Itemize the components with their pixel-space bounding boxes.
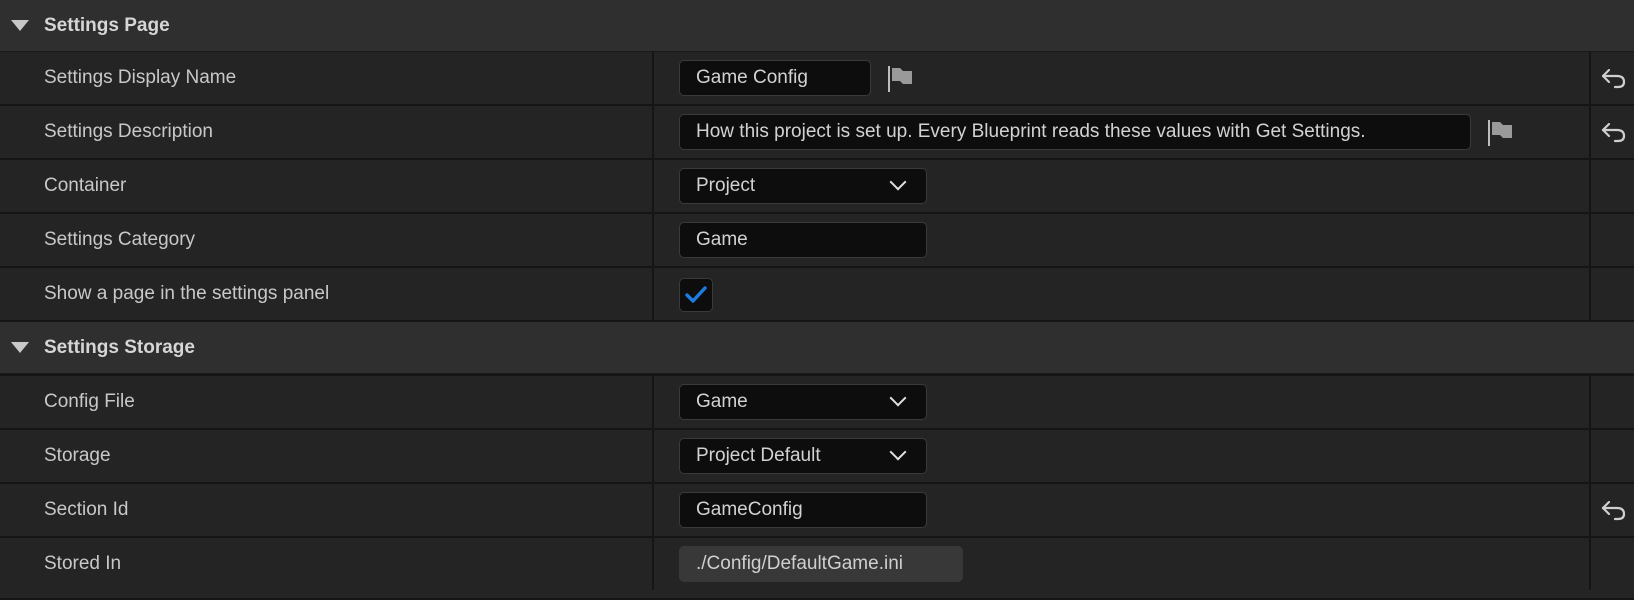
property-row-settings-display-name: Settings Display Name Game Config xyxy=(0,52,1634,106)
details-panel: Settings Page Settings Display Name Game… xyxy=(0,0,1634,600)
flag-icon[interactable] xyxy=(1488,120,1514,146)
chevron-down-icon xyxy=(889,173,907,191)
triangle-down-icon[interactable] xyxy=(11,342,29,353)
property-label: Storage xyxy=(44,445,111,466)
property-row-container: Container Project xyxy=(0,160,1634,214)
section-title: Settings Storage xyxy=(44,336,195,358)
reset-arrow-icon[interactable] xyxy=(1601,66,1627,90)
settings-description-input[interactable]: How this project is set up. Every Bluepr… xyxy=(679,114,1471,150)
section-header-settings-page[interactable]: Settings Page xyxy=(0,0,1634,52)
property-label: Config File xyxy=(44,391,135,412)
property-row-storage: Storage Project Default xyxy=(0,430,1634,484)
chevron-down-icon xyxy=(889,443,907,461)
property-label: Stored In xyxy=(44,553,122,574)
property-row-stored-in: Stored In ./Config/DefaultGame.ini xyxy=(0,538,1634,600)
checkmark-icon xyxy=(685,286,707,303)
settings-display-name-input[interactable]: Game Config xyxy=(679,60,871,96)
dropdown-value: Project Default xyxy=(696,445,821,466)
property-label: Section Id xyxy=(44,499,129,520)
chevron-down-icon xyxy=(889,389,907,407)
property-label: Show a page in the settings panel xyxy=(44,283,330,304)
config-file-dropdown[interactable]: Game xyxy=(679,384,927,420)
section-title: Settings Page xyxy=(44,14,170,36)
dropdown-value: Game xyxy=(696,391,748,412)
section-header-settings-storage[interactable]: Settings Storage xyxy=(0,322,1634,374)
property-row-show-page: Show a page in the settings panel xyxy=(0,268,1634,322)
property-row-config-file: Config File Game xyxy=(0,376,1634,430)
show-page-checkbox[interactable] xyxy=(679,278,713,312)
property-label: Container xyxy=(44,175,127,196)
storage-dropdown[interactable]: Project Default xyxy=(679,438,927,474)
container-dropdown[interactable]: Project xyxy=(679,168,927,204)
dropdown-value: Project xyxy=(696,175,756,196)
stored-in-path: ./Config/DefaultGame.ini xyxy=(679,546,963,582)
section-id-input[interactable]: GameConfig xyxy=(679,492,927,528)
triangle-down-icon[interactable] xyxy=(11,20,29,31)
property-row-section-id: Section Id GameConfig xyxy=(0,484,1634,538)
settings-category-input[interactable]: Game xyxy=(679,222,927,258)
property-row-settings-description: Settings Description How this project is… xyxy=(0,106,1634,160)
property-label: Settings Display Name xyxy=(44,67,237,88)
reset-arrow-icon[interactable] xyxy=(1601,498,1627,522)
property-label: Settings Description xyxy=(44,121,213,142)
reset-arrow-icon[interactable] xyxy=(1601,120,1627,144)
property-row-settings-category: Settings Category Game xyxy=(0,214,1634,268)
property-label: Settings Category xyxy=(44,229,196,250)
flag-icon[interactable] xyxy=(888,66,914,92)
